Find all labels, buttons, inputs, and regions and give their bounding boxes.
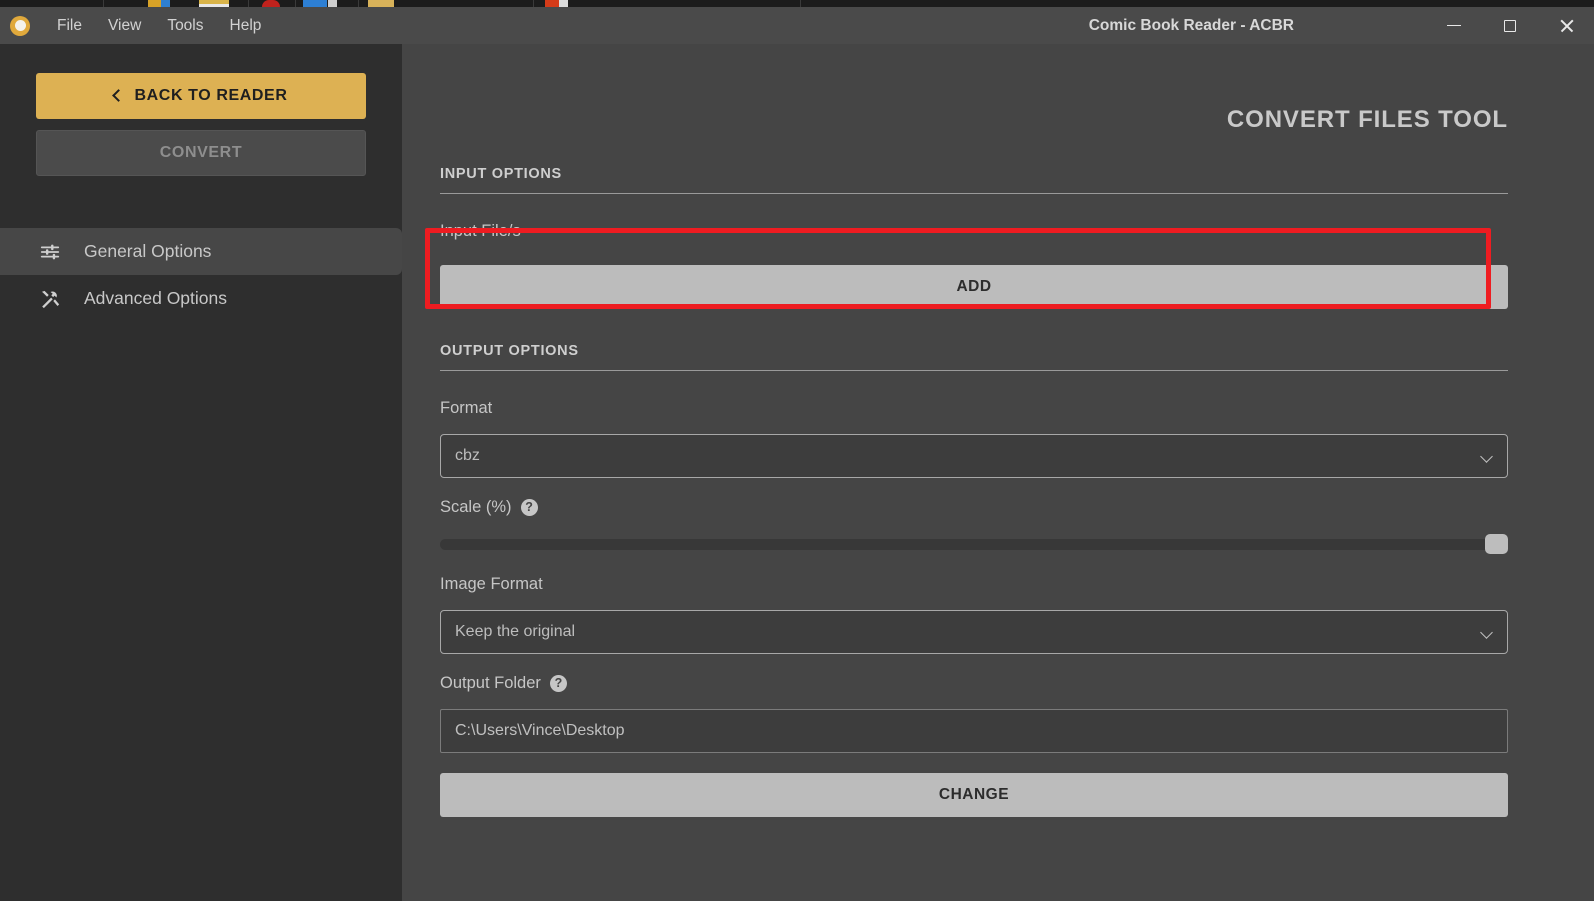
maximize-button[interactable] (1482, 7, 1538, 44)
close-icon (1559, 18, 1574, 33)
menu-item-file[interactable]: File (44, 13, 95, 39)
back-to-reader-button[interactable]: BACK TO READER (36, 73, 366, 119)
change-button-label: CHANGE (938, 786, 1010, 803)
sidebar-nav: General Options Advanced Options (0, 228, 402, 322)
taskbar-icon[interactable] (545, 0, 559, 7)
taskbar-icon[interactable] (328, 0, 337, 7)
menu-item-help[interactable]: Help (217, 13, 275, 39)
convert-label: CONVERT (159, 144, 243, 161)
acbr-circle-logo-icon (10, 15, 30, 36)
menu-item-view[interactable]: View (95, 13, 154, 39)
format-label: Format (440, 399, 493, 417)
sidebar-item-label: Advanced Options (84, 288, 228, 308)
tune-sliders-icon (38, 240, 62, 264)
application-window: File View Tools Help Comic Book Reader -… (0, 7, 1594, 901)
window-body: BACK TO READER CONVERT General Options A… (0, 44, 1594, 901)
chevron-down-icon (1480, 450, 1493, 463)
help-circle-icon[interactable]: ? (520, 499, 538, 516)
minimize-button[interactable] (1426, 7, 1482, 44)
format-select[interactable]: cbz (440, 434, 1508, 478)
add-button[interactable]: ADD (440, 265, 1508, 309)
menu-item-tools[interactable]: Tools (154, 13, 216, 39)
taskbar-icon[interactable] (303, 0, 327, 7)
image-format-select-value: Keep the original (455, 623, 576, 640)
image-format-label: Image Format (440, 575, 543, 593)
sidebar-item-advanced-options[interactable]: Advanced Options (0, 275, 402, 322)
minimize-icon (1447, 24, 1461, 27)
main-panel: CONVERT FILES TOOL INPUT OPTIONS Input F… (402, 44, 1594, 901)
sidebar-item-general-options[interactable]: General Options (0, 228, 402, 275)
input-options-header: INPUT OPTIONS (440, 166, 1508, 194)
window-title: Comic Book Reader - ACBR (1088, 16, 1294, 34)
sidebar: BACK TO READER CONVERT General Options A… (0, 44, 402, 901)
close-button[interactable] (1538, 7, 1594, 44)
change-folder-button[interactable]: CHANGE (440, 773, 1508, 817)
taskbar-icon[interactable] (148, 0, 170, 7)
output-folder-input[interactable]: C:\Users\Vince\Desktop (440, 709, 1508, 753)
output-options-header: OUTPUT OPTIONS (440, 343, 1508, 371)
taskbar-icon[interactable] (262, 0, 280, 7)
taskbar-icon[interactable] (559, 0, 568, 7)
hammer-wrench-icon (38, 287, 62, 311)
input-files-label: Input File/s (440, 222, 521, 240)
window-controls (1426, 7, 1594, 44)
page-title: CONVERT FILES TOOL (1226, 106, 1508, 133)
chevron-down-icon (1480, 626, 1493, 639)
sidebar-item-label: General Options (84, 241, 212, 261)
scale-slider-thumb[interactable] (1485, 534, 1508, 554)
add-button-label: ADD (956, 278, 992, 295)
scale-label: Scale (%) ? (440, 498, 1508, 517)
desktop-taskbar-sliver (0, 0, 1594, 7)
back-to-reader-label: BACK TO READER (134, 87, 288, 104)
taskbar-icon[interactable] (368, 0, 394, 7)
scale-slider[interactable] (440, 533, 1508, 555)
maximize-icon (1504, 19, 1516, 32)
convert-button[interactable]: CONVERT (36, 130, 366, 176)
taskbar-icon[interactable] (199, 0, 229, 7)
help-circle-icon[interactable]: ? (549, 675, 567, 692)
image-format-select[interactable]: Keep the original (440, 610, 1508, 654)
output-folder-label: Output Folder ? (440, 674, 1508, 693)
chevron-left-icon (112, 88, 126, 102)
convert-form: INPUT OPTIONS Input File/s ADD OUTPUT OP… (440, 166, 1508, 817)
output-folder-value: C:\Users\Vince\Desktop (455, 722, 625, 739)
scale-slider-track (440, 538, 1508, 550)
format-select-value: cbz (455, 447, 480, 464)
title-bar: File View Tools Help Comic Book Reader -… (0, 7, 1594, 44)
